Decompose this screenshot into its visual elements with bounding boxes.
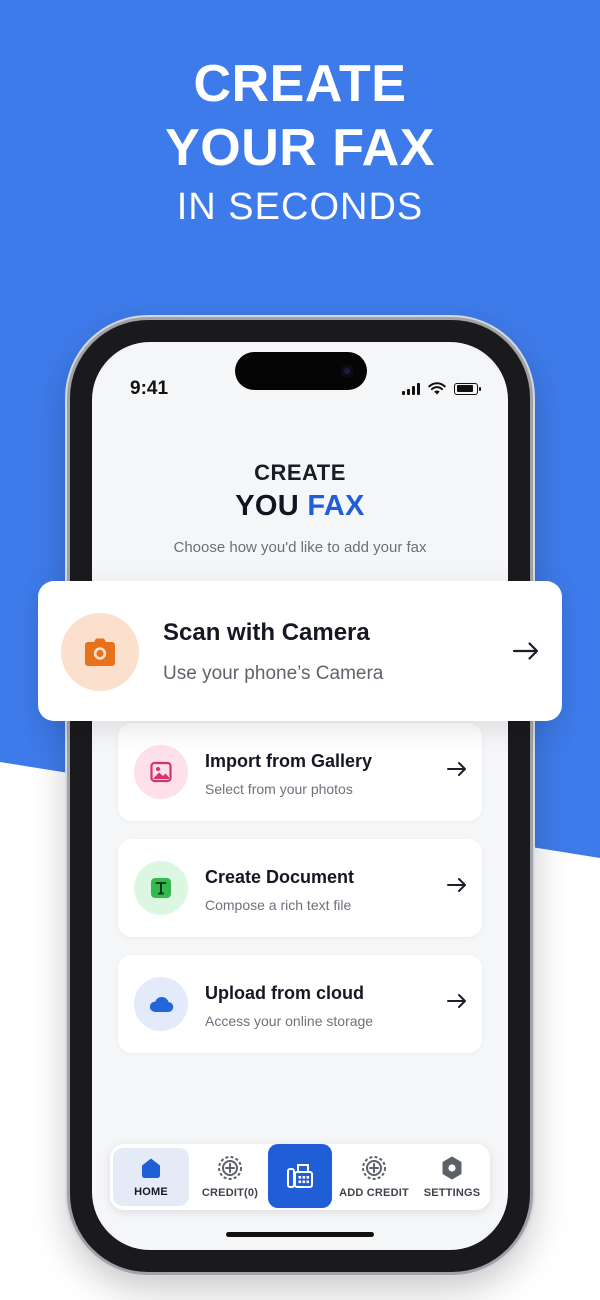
arrow-right-icon [447, 878, 466, 892]
text-document-icon [151, 878, 171, 898]
wifi-icon [428, 382, 446, 395]
add-credit-icon [362, 1156, 386, 1180]
option-import-gallery[interactable]: Import from Gallery Select from your pho… [118, 723, 482, 821]
nav-label: ADD CREDIT [339, 1187, 409, 1199]
headline-line-2: YOUR FAX [165, 119, 435, 177]
nav-fax-button[interactable] [268, 1144, 332, 1208]
nav-credit[interactable]: CREDIT(0) [194, 1148, 266, 1206]
settings-icon [442, 1156, 462, 1180]
nav-settings[interactable]: SETTINGS [416, 1148, 488, 1206]
title-word-fax: FAX [307, 490, 365, 522]
dynamic-island [235, 352, 367, 390]
cloud-icon-bg [134, 977, 188, 1031]
camera-icon [85, 638, 115, 666]
nav-home[interactable]: HOME [113, 1148, 189, 1206]
camera-icon-bg [61, 613, 139, 691]
bottom-navigation: HOME CREDIT(0) ADD CREDIT SETTINGS [110, 1144, 490, 1210]
option-title: Scan with Camera [163, 619, 370, 646]
nav-add-credit[interactable]: ADD CREDIT [336, 1148, 412, 1206]
option-subtitle: Use your phone’s Camera [163, 663, 384, 684]
credit-icon [218, 1156, 242, 1180]
phone-screen: 9:41 CREATE YOU FAX Choose how you'd lik… [92, 342, 508, 1250]
option-subtitle: Access your online storage [205, 1013, 374, 1029]
option-create-document[interactable]: Create Document Compose a rich text file [118, 839, 482, 937]
option-title: Create Document [205, 867, 355, 887]
status-time: 9:41 [130, 378, 169, 399]
arrow-right-icon [447, 762, 466, 776]
headline-line-1: CREATE [193, 55, 407, 113]
screen-title-line-1: CREATE [254, 460, 346, 485]
headline-line-3: IN SECONDS [176, 186, 424, 228]
phone-frame: 9:41 CREATE YOU FAX Choose how you'd lik… [70, 320, 530, 1272]
screen-subtitle: Choose how you'd like to add your fax [173, 539, 427, 556]
nav-label: CREDIT(0) [201, 1187, 259, 1199]
gallery-icon-bg [134, 745, 188, 799]
option-title: Import from Gallery [205, 751, 373, 771]
nav-label: SETTINGS [423, 1187, 481, 1199]
option-scan-camera[interactable]: Scan with Camera Use your phone’s Camera [38, 581, 562, 721]
fax-icon [287, 1164, 313, 1188]
option-title: Upload from cloud [205, 983, 364, 1003]
gallery-icon [150, 761, 172, 783]
cloud-icon [149, 996, 174, 1013]
status-icons [402, 382, 481, 395]
text-document-icon-bg [134, 861, 188, 915]
front-camera-icon [341, 365, 353, 377]
cellular-signal-icon [402, 382, 420, 395]
screen-title-line-2: YOU FAX [92, 490, 508, 523]
battery-icon [454, 382, 481, 395]
arrow-right-icon [447, 994, 466, 1008]
promo-headline: CREATE YOUR FAX IN SECONDS [0, 52, 600, 229]
title-word-you: YOU [235, 490, 300, 522]
home-icon [142, 1158, 160, 1178]
option-subtitle: Select from your photos [205, 781, 353, 797]
option-upload-cloud[interactable]: Upload from cloud Access your online sto… [118, 955, 482, 1053]
nav-label: HOME [134, 1186, 168, 1198]
arrow-right-icon [512, 642, 539, 660]
home-indicator [226, 1232, 374, 1237]
option-subtitle: Compose a rich text file [205, 897, 352, 913]
